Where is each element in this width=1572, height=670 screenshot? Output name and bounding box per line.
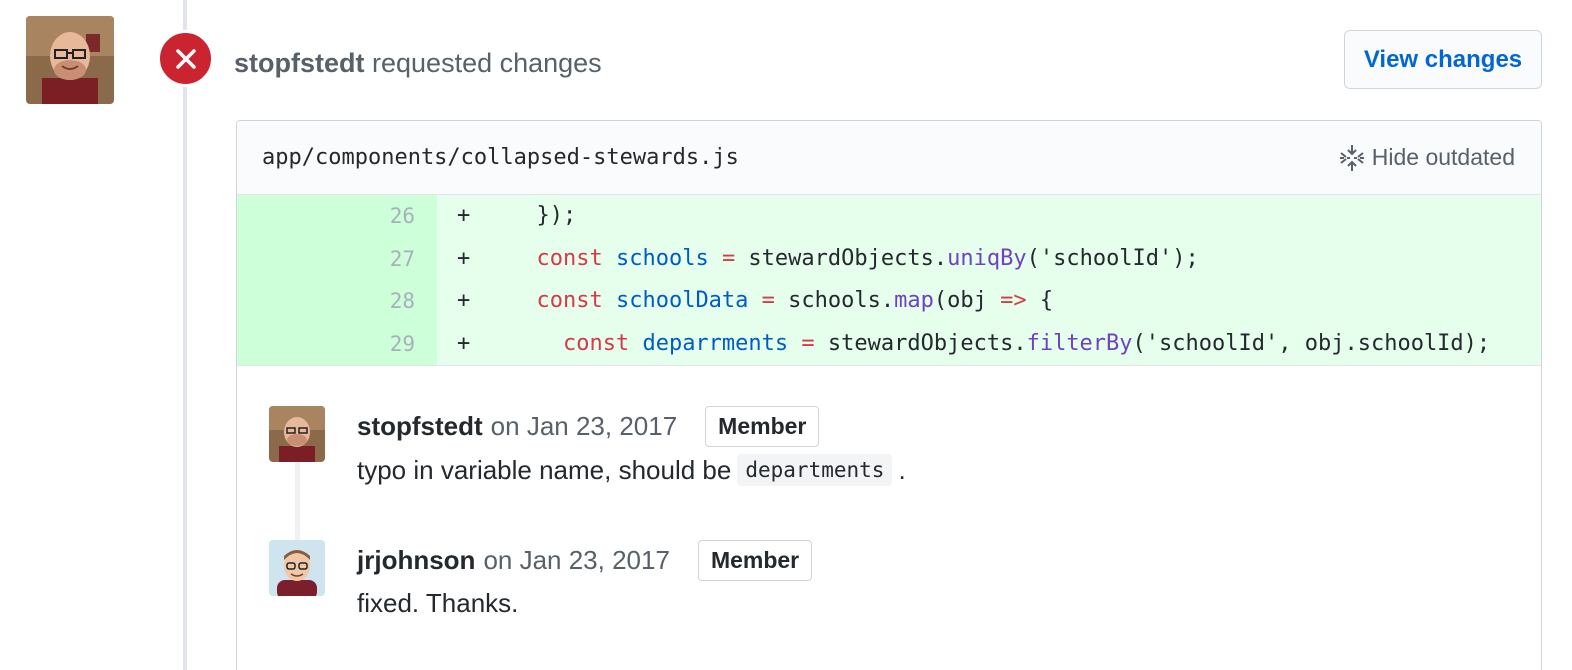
view-changes-button[interactable]: View changes	[1344, 30, 1542, 89]
diff-line: 27 + const schools = stewardObjects.uniq…	[237, 237, 1541, 280]
inline-code: departments	[737, 454, 893, 486]
comment-header: stopfstedt on Jan 23, 2017 Member	[357, 406, 820, 447]
review-header: stopfstedt requested changes	[234, 46, 602, 80]
comment-date[interactable]: on Jan 23, 2017	[483, 545, 670, 576]
comment-body: fixed. Thanks.	[357, 588, 518, 619]
diff-line: 26 + });	[237, 195, 1541, 238]
fold-icon	[1339, 144, 1364, 171]
file-path-link[interactable]: app/components/collapsed-stewards.js	[262, 145, 739, 170]
file-header: app/components/collapsed-stewards.js Hid…	[237, 121, 1541, 195]
comment-text: fixed. Thanks.	[357, 588, 519, 618]
comment-connector	[295, 462, 300, 542]
diff-sign: +	[457, 288, 471, 313]
line-number[interactable]: 28	[237, 280, 437, 323]
comment-author-link[interactable]: stopfstedt	[357, 411, 483, 442]
avatar[interactable]	[26, 16, 114, 104]
member-badge: Member	[705, 406, 820, 447]
line-number[interactable]: 29	[237, 322, 437, 365]
diff-sign: +	[457, 330, 471, 356]
review-thread: app/components/collapsed-stewards.js Hid…	[236, 120, 1542, 670]
changes-requested-badge	[157, 30, 214, 87]
code-line: + const schools = stewardObjects.uniqBy(…	[457, 245, 1199, 271]
code-line: + const schoolData = schools.map(obj => …	[457, 288, 1054, 313]
comment-header: jrjohnson on Jan 23, 2017 Member	[357, 540, 813, 581]
diff-line: 29 + const deparrments = stewardObjects.…	[237, 322, 1541, 365]
member-badge: Member	[697, 540, 813, 581]
code-line: + const deparrments = stewardObjects.fil…	[457, 330, 1491, 356]
timeline-line	[183, 0, 187, 670]
comment-author-link[interactable]: jrjohnson	[357, 545, 475, 576]
hide-outdated-button[interactable]: Hide outdated	[1338, 143, 1515, 173]
diff-sign: +	[457, 203, 471, 228]
avatar[interactable]	[269, 540, 325, 596]
comment-text-end: .	[898, 454, 906, 485]
diff-table: 26 + }); 27 + const schools = stewardObj…	[237, 195, 1541, 365]
diff-sign: +	[457, 245, 471, 271]
code-line: + });	[457, 203, 577, 228]
review-author-link[interactable]: stopfstedt	[234, 48, 365, 78]
review-action-text: requested changes	[372, 48, 602, 78]
comment-date[interactable]: on Jan 23, 2017	[491, 411, 678, 442]
comment-list: stopfstedt on Jan 23, 2017 Member typo i…	[237, 365, 1541, 670]
line-number[interactable]: 27	[237, 237, 437, 280]
close-icon	[175, 48, 196, 69]
avatar[interactable]	[269, 406, 325, 462]
diff-line: 28 + const schoolData = schools.map(obj …	[237, 280, 1541, 323]
hide-outdated-label: Hide outdated	[1371, 144, 1515, 170]
comment-body: typo in variable name, should be departm…	[357, 454, 906, 486]
comment-text: typo in variable name, should be	[357, 454, 732, 485]
line-number[interactable]: 26	[237, 195, 437, 238]
